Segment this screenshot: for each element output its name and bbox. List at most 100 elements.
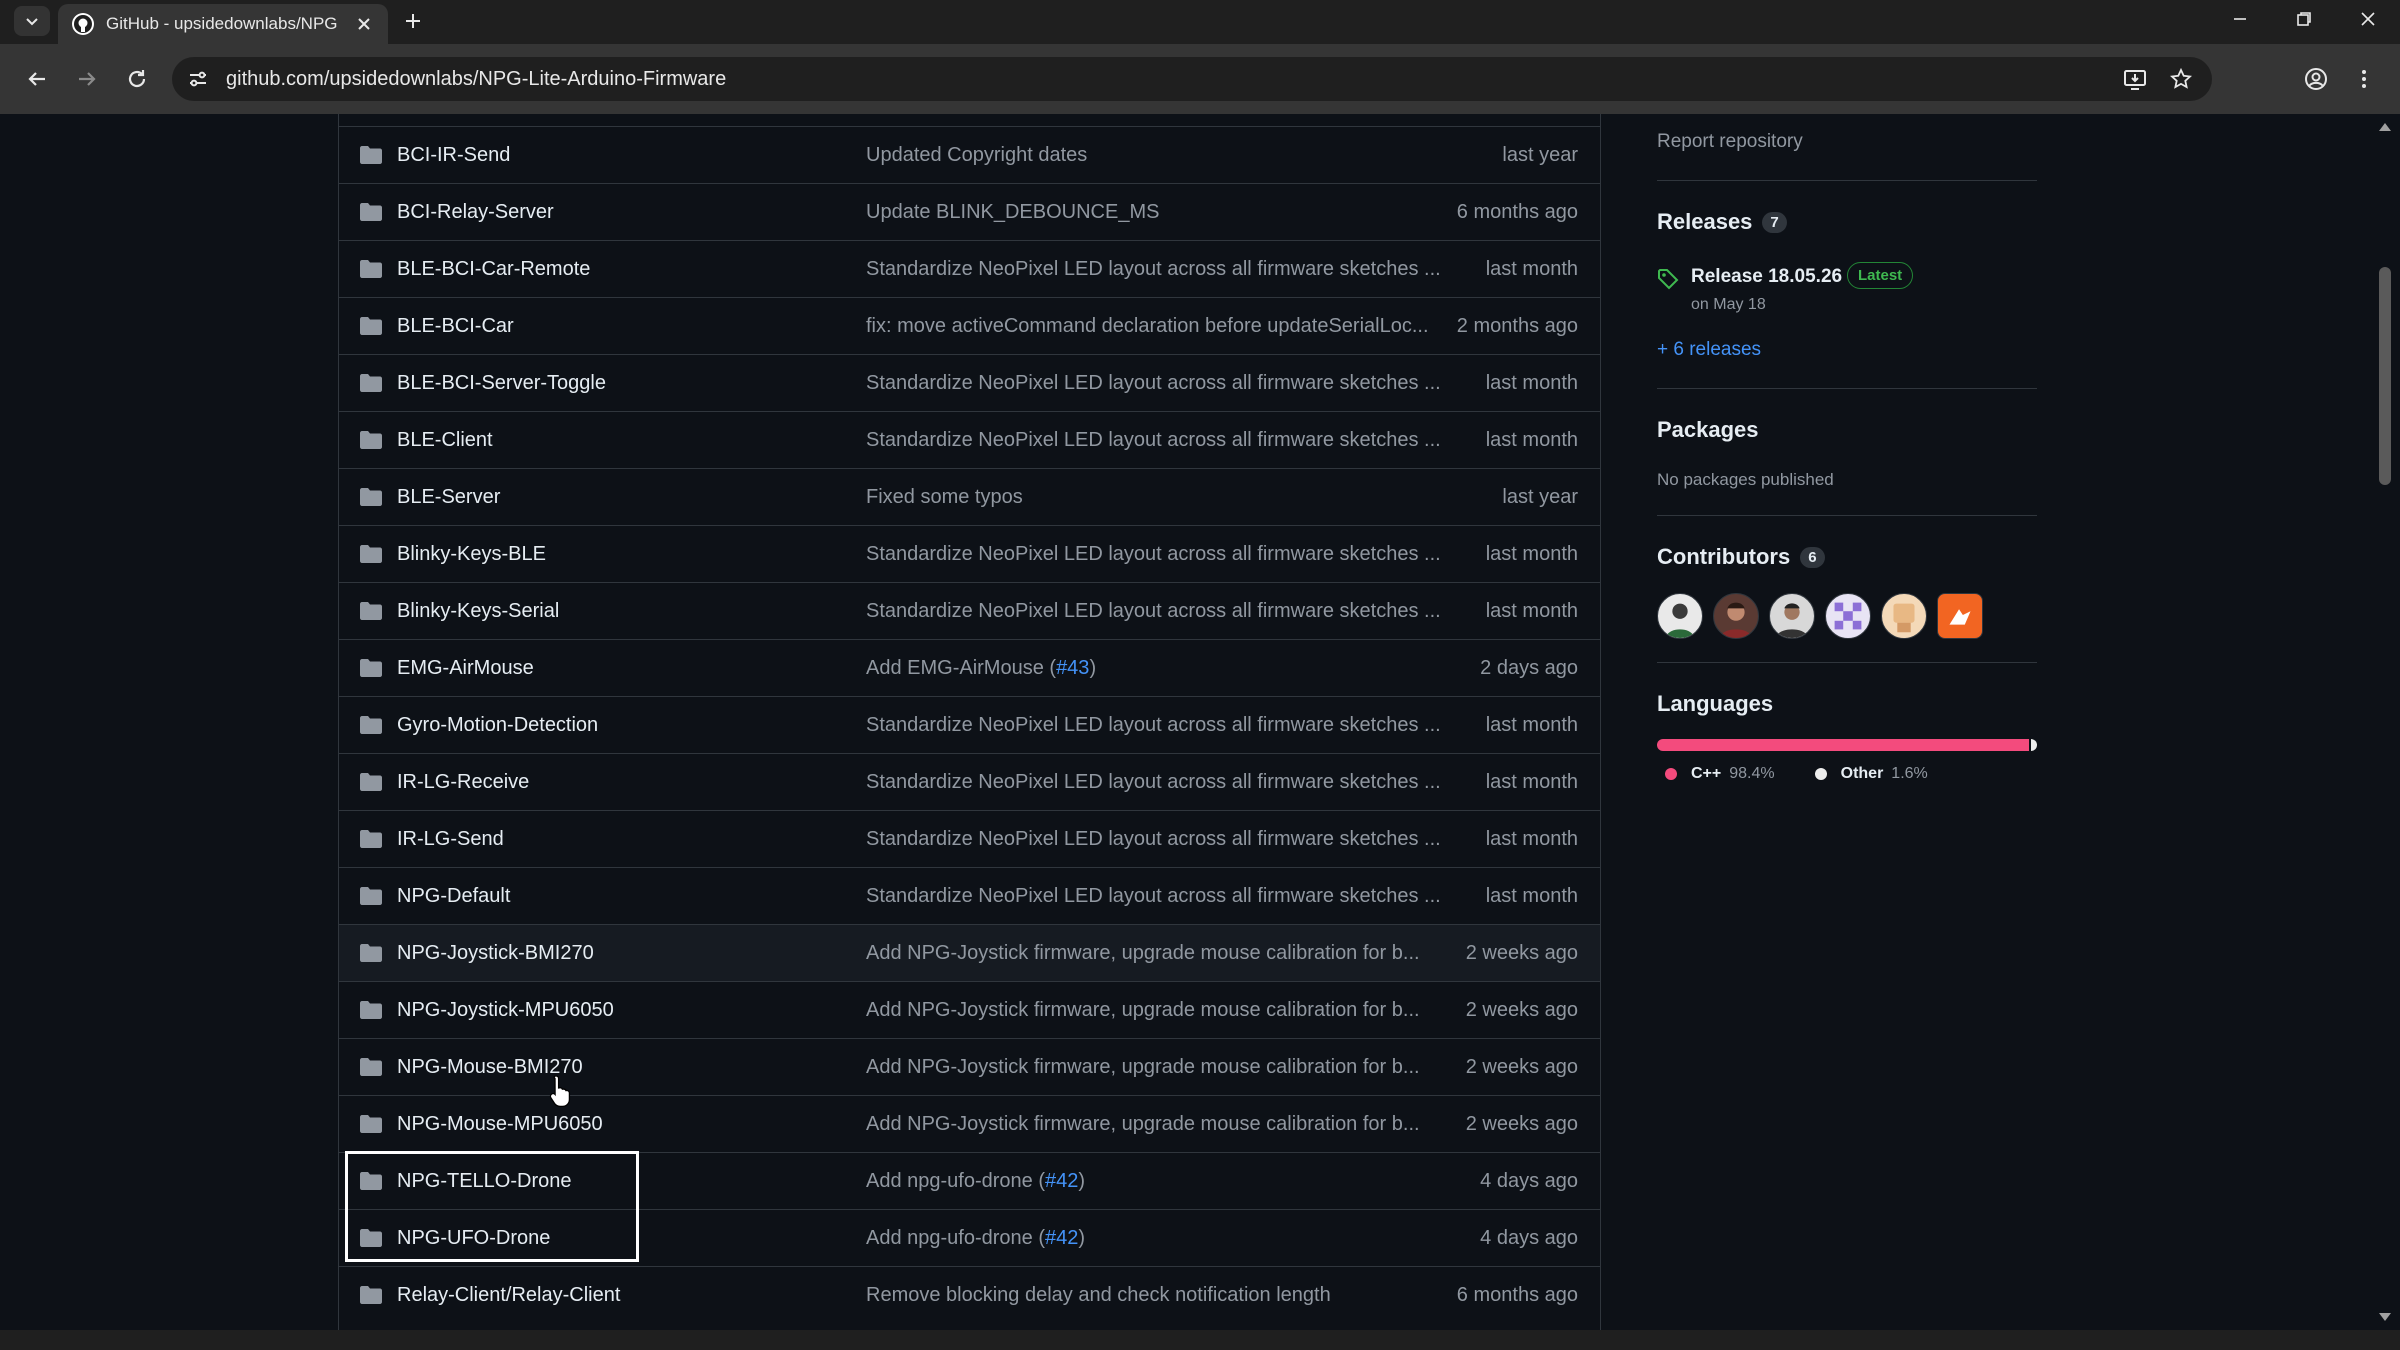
file-name-link[interactable]: Gyro-Motion-Detection: [397, 714, 598, 737]
commit-message-link[interactable]: Update BLINK_DEBOUNCE_MS: [866, 201, 1159, 224]
table-row[interactable]: Gyro-Motion-Detection Standardize NeoPixe…: [339, 696, 1600, 753]
avatar[interactable]: [1937, 593, 1983, 639]
site-info-icon[interactable]: [176, 57, 220, 101]
file-name-link[interactable]: NPG-TELLO-Drone: [397, 1170, 572, 1193]
tab-search-button[interactable]: [14, 6, 50, 36]
avatar[interactable]: [1657, 593, 1703, 639]
table-row[interactable]: IR-LG-Receive Standardize NeoPixel LED la…: [339, 753, 1600, 810]
packages-heading[interactable]: Packages: [1657, 417, 1759, 443]
table-row[interactable]: BCI-Relay-Server Update BLINK_DEBOUNCE_MS…: [339, 183, 1600, 240]
page-scrollbar[interactable]: [2370, 114, 2400, 1330]
file-name-link[interactable]: NPG-UFO-Drone: [397, 1227, 550, 1250]
url-text[interactable]: github.com/upsidedownlabs/NPG-Lite-Ardui…: [226, 68, 726, 91]
language-item[interactable]: Other 1.6%: [1807, 765, 1928, 783]
commit-message-link[interactable]: Fixed some typos: [866, 486, 1023, 509]
bookmark-button[interactable]: [2158, 57, 2204, 101]
table-row[interactable]: NPG-Joystick-MPU6050 Add NPG-Joystick fir…: [339, 981, 1600, 1038]
contributors-heading[interactable]: Contributors 6: [1657, 544, 1825, 570]
commit-message-link[interactable]: Add NPG-Joystick firmware, upgrade mouse…: [866, 942, 1420, 965]
avatar[interactable]: [1713, 593, 1759, 639]
file-name-link[interactable]: BCI-Relay-Server: [397, 201, 554, 224]
table-row[interactable]: Relay-Client/Relay-Client Remove blocking…: [339, 1266, 1600, 1323]
table-row[interactable]: BLE-BCI-Car-Remote Standardize NeoPixel L…: [339, 240, 1600, 297]
commit-message-link[interactable]: Add npg-ufo-drone (#42): [866, 1170, 1085, 1193]
commit-message-link[interactable]: Standardize NeoPixel LED layout across a…: [866, 258, 1441, 281]
file-name-link[interactable]: NPG-Default: [397, 885, 510, 908]
commit-message-link[interactable]: Add NPG-Joystick firmware, upgrade mouse…: [866, 1056, 1420, 1079]
commit-message-link[interactable]: Standardize NeoPixel LED layout across a…: [866, 600, 1441, 623]
language-item[interactable]: C++ 98.4%: [1657, 765, 1775, 783]
avatar[interactable]: [1825, 593, 1871, 639]
commit-message-link[interactable]: Add npg-ufo-drone (#42): [866, 1227, 1085, 1250]
commit-message-link[interactable]: Remove blocking delay and check notifica…: [866, 1284, 1331, 1307]
commit-message-link[interactable]: Standardize NeoPixel LED layout across a…: [866, 372, 1441, 395]
forward-button[interactable]: [70, 62, 104, 96]
commit-message-link[interactable]: Add NPG-Joystick firmware, upgrade mouse…: [866, 1113, 1420, 1136]
table-row[interactable]: NPG-Mouse-MPU6050 Add NPG-Joystick firmwa…: [339, 1095, 1600, 1152]
file-name-link[interactable]: BLE-BCI-Car-Remote: [397, 258, 590, 281]
more-releases-link[interactable]: + 6 releases: [1657, 339, 1761, 361]
table-row[interactable]: NPG-UFO-Drone Add npg-ufo-drone (#42) 4 da…: [339, 1209, 1600, 1266]
tab-close-icon[interactable]: [354, 14, 374, 34]
scroll-down-icon[interactable]: [2378, 1310, 2392, 1324]
table-row[interactable]: BLE-BCI-Server-Toggle Standardize NeoPixe…: [339, 354, 1600, 411]
releases-heading[interactable]: Releases 7: [1657, 209, 1787, 235]
commit-message-link[interactable]: Updated Copyright dates: [866, 144, 1087, 167]
commit-message-link[interactable]: Standardize NeoPixel LED layout across a…: [866, 828, 1441, 851]
table-row[interactable]: NPG-Default Standardize NeoPixel LED layo…: [339, 867, 1600, 924]
commit-message-link[interactable]: Standardize NeoPixel LED layout across a…: [866, 543, 1441, 566]
file-name-link[interactable]: Blinky-Keys-Serial: [397, 600, 559, 623]
new-tab-button[interactable]: [398, 6, 428, 36]
scrollbar-thumb[interactable]: [2379, 267, 2391, 485]
close-window-button[interactable]: [2336, 0, 2400, 38]
report-repository-link[interactable]: Report repository: [1657, 131, 1803, 153]
latest-release[interactable]: Release 18.05.26 Latest on May 18: [1657, 262, 2037, 322]
commit-message-link[interactable]: fix: move activeCommand declaration befo…: [866, 315, 1429, 338]
file-name-link[interactable]: Relay-Client/Relay-Client: [397, 1284, 620, 1307]
scroll-up-icon[interactable]: [2378, 120, 2392, 134]
issue-link[interactable]: #42: [1045, 1227, 1078, 1249]
file-name-link[interactable]: IR-LG-Receive: [397, 771, 529, 794]
commit-message-link[interactable]: Standardize NeoPixel LED layout across a…: [866, 714, 1441, 737]
table-row[interactable]: BLE-Server Fixed some typos last year: [339, 468, 1600, 525]
install-app-button[interactable]: [2112, 57, 2158, 101]
file-name-link[interactable]: NPG-Joystick-BMI270: [397, 942, 594, 965]
commit-message-link[interactable]: Add NPG-Joystick firmware, upgrade mouse…: [866, 999, 1420, 1022]
minimize-button[interactable]: [2208, 0, 2272, 38]
address-bar[interactable]: github.com/upsidedownlabs/NPG-Lite-Ardui…: [172, 57, 2212, 101]
file-name-link[interactable]: BLE-Server: [397, 486, 500, 509]
table-row[interactable]: NPG-Mouse-BMI270 Add NPG-Joystick firmwar…: [339, 1038, 1600, 1095]
avatar[interactable]: [1881, 593, 1927, 639]
issue-link[interactable]: #42: [1045, 1170, 1078, 1192]
latest-release-name[interactable]: Release 18.05.26: [1691, 266, 1842, 288]
table-row[interactable]: Blinky-Keys-BLE Standardize NeoPixel LED …: [339, 525, 1600, 582]
profile-button[interactable]: [2292, 57, 2340, 101]
commit-message-link[interactable]: Standardize NeoPixel LED layout across a…: [866, 771, 1441, 794]
file-name-link[interactable]: NPG-Mouse-MPU6050: [397, 1113, 603, 1136]
restore-button[interactable]: [2272, 0, 2336, 38]
table-row[interactable]: IR-LG-Send Standardize NeoPixel LED layou…: [339, 810, 1600, 867]
commit-message-link[interactable]: Add EMG-AirMouse (#43): [866, 657, 1096, 680]
file-name-link[interactable]: BLE-BCI-Car: [397, 315, 514, 338]
browser-menu-button[interactable]: [2340, 57, 2388, 101]
file-name-link[interactable]: NPG-Joystick-MPU6050: [397, 999, 614, 1022]
table-row[interactable]: EMG-AirMouse Add EMG-AirMouse (#43) 2 days…: [339, 639, 1600, 696]
file-name-link[interactable]: IR-LG-Send: [397, 828, 504, 851]
table-row[interactable]: NPG-TELLO-Drone Add npg-ufo-drone (#42) 4 …: [339, 1152, 1600, 1209]
reload-button[interactable]: [120, 62, 154, 96]
table-row[interactable]: BLE-BCI-Car fix: move activeCommand decla…: [339, 297, 1600, 354]
table-row[interactable]: BLE-Client Standardize NeoPixel LED layou…: [339, 411, 1600, 468]
table-row[interactable]: NPG-Joystick-BMI270 Add NPG-Joystick firm…: [339, 924, 1600, 981]
file-name-link[interactable]: BLE-BCI-Server-Toggle: [397, 372, 606, 395]
table-row[interactable]: Blinky-Keys-Serial Standardize NeoPixel L…: [339, 582, 1600, 639]
file-name-link[interactable]: BLE-Client: [397, 429, 493, 452]
back-button[interactable]: [20, 62, 54, 96]
commit-message-link[interactable]: Standardize NeoPixel LED layout across a…: [866, 885, 1441, 908]
issue-link[interactable]: #43: [1056, 657, 1089, 679]
file-name-link[interactable]: BCI-IR-Send: [397, 144, 510, 167]
browser-tab-active[interactable]: GitHub - upsidedownlabs/NPG: [58, 4, 388, 44]
commit-message-link[interactable]: Standardize NeoPixel LED layout across a…: [866, 429, 1441, 452]
avatar[interactable]: [1769, 593, 1815, 639]
file-name-link[interactable]: EMG-AirMouse: [397, 657, 534, 680]
file-name-link[interactable]: Blinky-Keys-BLE: [397, 543, 546, 566]
